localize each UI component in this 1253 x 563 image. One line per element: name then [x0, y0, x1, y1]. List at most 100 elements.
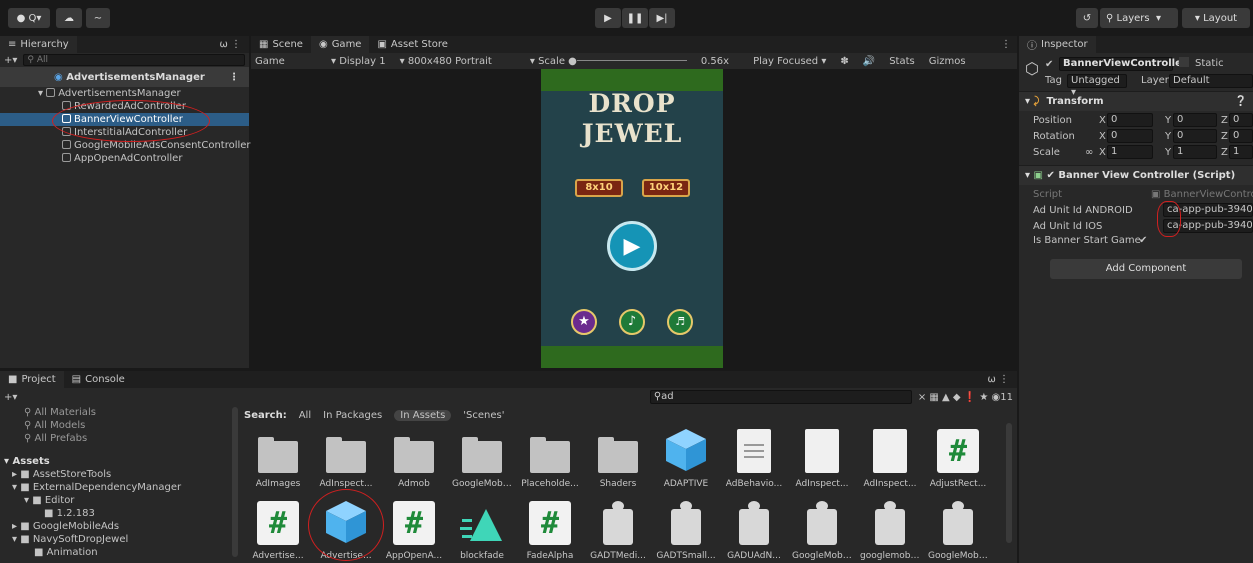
- scale-slider[interactable]: ▾ Scale ●: [530, 56, 687, 67]
- play-button[interactable]: ▶: [595, 8, 621, 28]
- asset-script[interactable]: # AdjustRect...: [928, 427, 988, 489]
- position-x-field[interactable]: 0: [1107, 113, 1153, 127]
- add-component-button[interactable]: Add Component: [1050, 259, 1242, 279]
- rotation-x-field[interactable]: 0: [1107, 129, 1153, 143]
- search-tools[interactable]: × ▦ ▲ ◆ ❗ ★ ◉11: [918, 392, 1013, 403]
- project-search-input[interactable]: ⚲ad: [649, 390, 912, 404]
- resolution-dropdown[interactable]: ▾ 800x480 Portrait: [400, 56, 492, 67]
- asset-folder[interactable]: Admob: [384, 427, 444, 489]
- play-mode-dropdown[interactable]: Play Focused ▾: [753, 56, 826, 67]
- star-button[interactable]: ★: [571, 309, 597, 335]
- history-button[interactable]: ↺: [1076, 8, 1098, 28]
- scale-z-field[interactable]: 1: [1229, 145, 1253, 159]
- rotation-z-field[interactable]: 0: [1229, 129, 1253, 143]
- filter-packages[interactable]: In Packages: [323, 410, 382, 421]
- audio-icon[interactable]: 🔊: [863, 56, 875, 67]
- favorite-item[interactable]: ⚲ All Materials: [0, 406, 238, 419]
- asset-plugin[interactable]: GoogleMobi...: [928, 499, 988, 561]
- banner-start-checkbox[interactable]: ✔: [1139, 235, 1147, 246]
- favorite-item[interactable]: ⚲ All Models: [0, 419, 238, 432]
- scale-y-field[interactable]: 1: [1173, 145, 1217, 159]
- transform-header[interactable]: ▾ ⤸ Transform ❔: [1019, 91, 1253, 111]
- script-component-header[interactable]: ▾ ▣ ✔ Banner View Controller (Script): [1019, 165, 1253, 185]
- hierarchy-item[interactable]: AppOpenAdController: [0, 152, 249, 165]
- pause-button[interactable]: ❚❚: [622, 8, 648, 28]
- tab-game[interactable]: ◉ Game: [310, 36, 370, 53]
- asset-plugin[interactable]: googlemobi...: [860, 499, 920, 561]
- asset-script[interactable]: # AppOpenA...: [384, 499, 444, 561]
- folder-icon: [258, 437, 298, 473]
- asset-image[interactable]: AdInspect...: [792, 427, 852, 489]
- tree-item[interactable]: ■ 1.2.183: [0, 507, 238, 520]
- script-label: Script: [1033, 189, 1063, 200]
- cloud-button[interactable]: ☁: [56, 8, 82, 28]
- rotation-y-field[interactable]: 0: [1173, 129, 1217, 143]
- gizmos-button[interactable]: Gizmos: [929, 56, 966, 67]
- filter-scenes[interactable]: 'Scenes': [463, 410, 504, 421]
- asset-image[interactable]: AdInspect...: [860, 427, 920, 489]
- asset-plugin[interactable]: GADTSmall...: [656, 499, 716, 561]
- tab-scene[interactable]: ▦ Scene: [251, 36, 311, 53]
- stats-button[interactable]: Stats: [889, 56, 915, 67]
- step-button[interactable]: ▶|: [649, 8, 675, 28]
- static-checkbox[interactable]: [1179, 57, 1189, 67]
- tree-scrollbar[interactable]: [232, 407, 238, 557]
- tree-item[interactable]: ▸ ■ AssetStoreTools: [0, 468, 238, 481]
- size-8x10-button[interactable]: 8x10: [575, 179, 623, 197]
- tree-item[interactable]: ▾ ■ Editor: [0, 494, 238, 507]
- tab-asset-store[interactable]: ▣ Asset Store: [369, 36, 455, 53]
- asset-plugin[interactable]: GADUAdN...: [724, 499, 784, 561]
- game-screen[interactable]: DROP JEWEL 8x10 10x12 ▶ ★ ♪ ♬: [541, 69, 723, 368]
- layer-dropdown[interactable]: Default: [1169, 74, 1253, 88]
- game-mode-dropdown[interactable]: Game: [255, 56, 317, 67]
- position-y-field[interactable]: 0: [1173, 113, 1217, 127]
- size-10x12-button[interactable]: 10x12: [642, 179, 690, 197]
- asset-script[interactable]: # FadeAlpha: [520, 499, 580, 561]
- play-game-button[interactable]: ▶: [607, 221, 657, 271]
- account-button[interactable]: ● Q▾: [8, 8, 50, 28]
- asset-prefab[interactable]: ADAPTIVE: [656, 427, 716, 489]
- tree-item[interactable]: ■ Animation: [0, 546, 238, 559]
- object-name-field[interactable]: BannerViewController: [1059, 57, 1187, 71]
- hierarchy-search-input[interactable]: ⚲ All: [23, 54, 245, 66]
- tab-project[interactable]: ■ Project: [0, 371, 64, 388]
- tab-hierarchy[interactable]: ≡ Hierarchy: [0, 36, 77, 53]
- layers-dropdown[interactable]: ⚲ Layers ▾: [1100, 8, 1178, 28]
- add-icon[interactable]: +▾: [4, 55, 17, 66]
- tag-dropdown[interactable]: Untagged ▾: [1067, 74, 1127, 98]
- asset-text[interactable]: AdBehavio...: [724, 427, 784, 489]
- asset-animation[interactable]: blockfade: [452, 499, 512, 561]
- asset-folder[interactable]: Placeholde...: [520, 427, 580, 489]
- sound-button[interactable]: ♬: [667, 309, 693, 335]
- link-icon[interactable]: ∞: [1085, 147, 1093, 158]
- add-icon[interactable]: +▾: [4, 392, 17, 403]
- hierarchy-root[interactable]: ▾ AdvertisementsManager: [0, 87, 249, 100]
- scene-header[interactable]: ◉ AdvertisementsManager ⋮: [0, 67, 249, 87]
- tab-console[interactable]: ▤ Console: [64, 371, 133, 388]
- filter-assets[interactable]: In Assets: [394, 409, 452, 421]
- layout-dropdown[interactable]: ▾ Layout: [1182, 8, 1250, 28]
- asset-folder[interactable]: AdImages: [248, 427, 308, 489]
- bug-icon[interactable]: ✽: [840, 56, 848, 67]
- active-checkbox[interactable]: ✔: [1045, 59, 1053, 70]
- asset-script[interactable]: # Advertise...: [248, 499, 308, 561]
- lock-icon[interactable]: ⍵ ⋮: [219, 39, 249, 50]
- asset-plugin[interactable]: GADTMedi...: [588, 499, 648, 561]
- tree-item[interactable]: ▸ ■ GoogleMobileAds: [0, 520, 238, 533]
- display-dropdown[interactable]: ▾ Display 1: [331, 56, 386, 67]
- scale-x-field[interactable]: 1: [1107, 145, 1153, 159]
- asset-folder[interactable]: GoogleMobi...: [452, 427, 512, 489]
- tab-inspector[interactable]: ⓘ Inspector: [1019, 36, 1096, 53]
- grid-scrollbar[interactable]: [1006, 423, 1012, 543]
- tree-item-assets[interactable]: ▾ Assets: [0, 455, 238, 468]
- asset-folder[interactable]: Shaders: [588, 427, 648, 489]
- asset-plugin[interactable]: GoogleMobi...: [792, 499, 852, 561]
- position-z-field[interactable]: 0: [1229, 113, 1253, 127]
- tree-item[interactable]: ▾ ■ ExternalDependencyManager: [0, 481, 238, 494]
- favorite-item[interactable]: ⚲ All Prefabs: [0, 432, 238, 445]
- collab-button[interactable]: ∼: [86, 8, 110, 28]
- filter-all[interactable]: All: [299, 410, 311, 421]
- music-button[interactable]: ♪: [619, 309, 645, 335]
- asset-folder[interactable]: AdInspect...: [316, 427, 376, 489]
- tree-item[interactable]: ▾ ■ NavySoftDropJewel: [0, 533, 238, 546]
